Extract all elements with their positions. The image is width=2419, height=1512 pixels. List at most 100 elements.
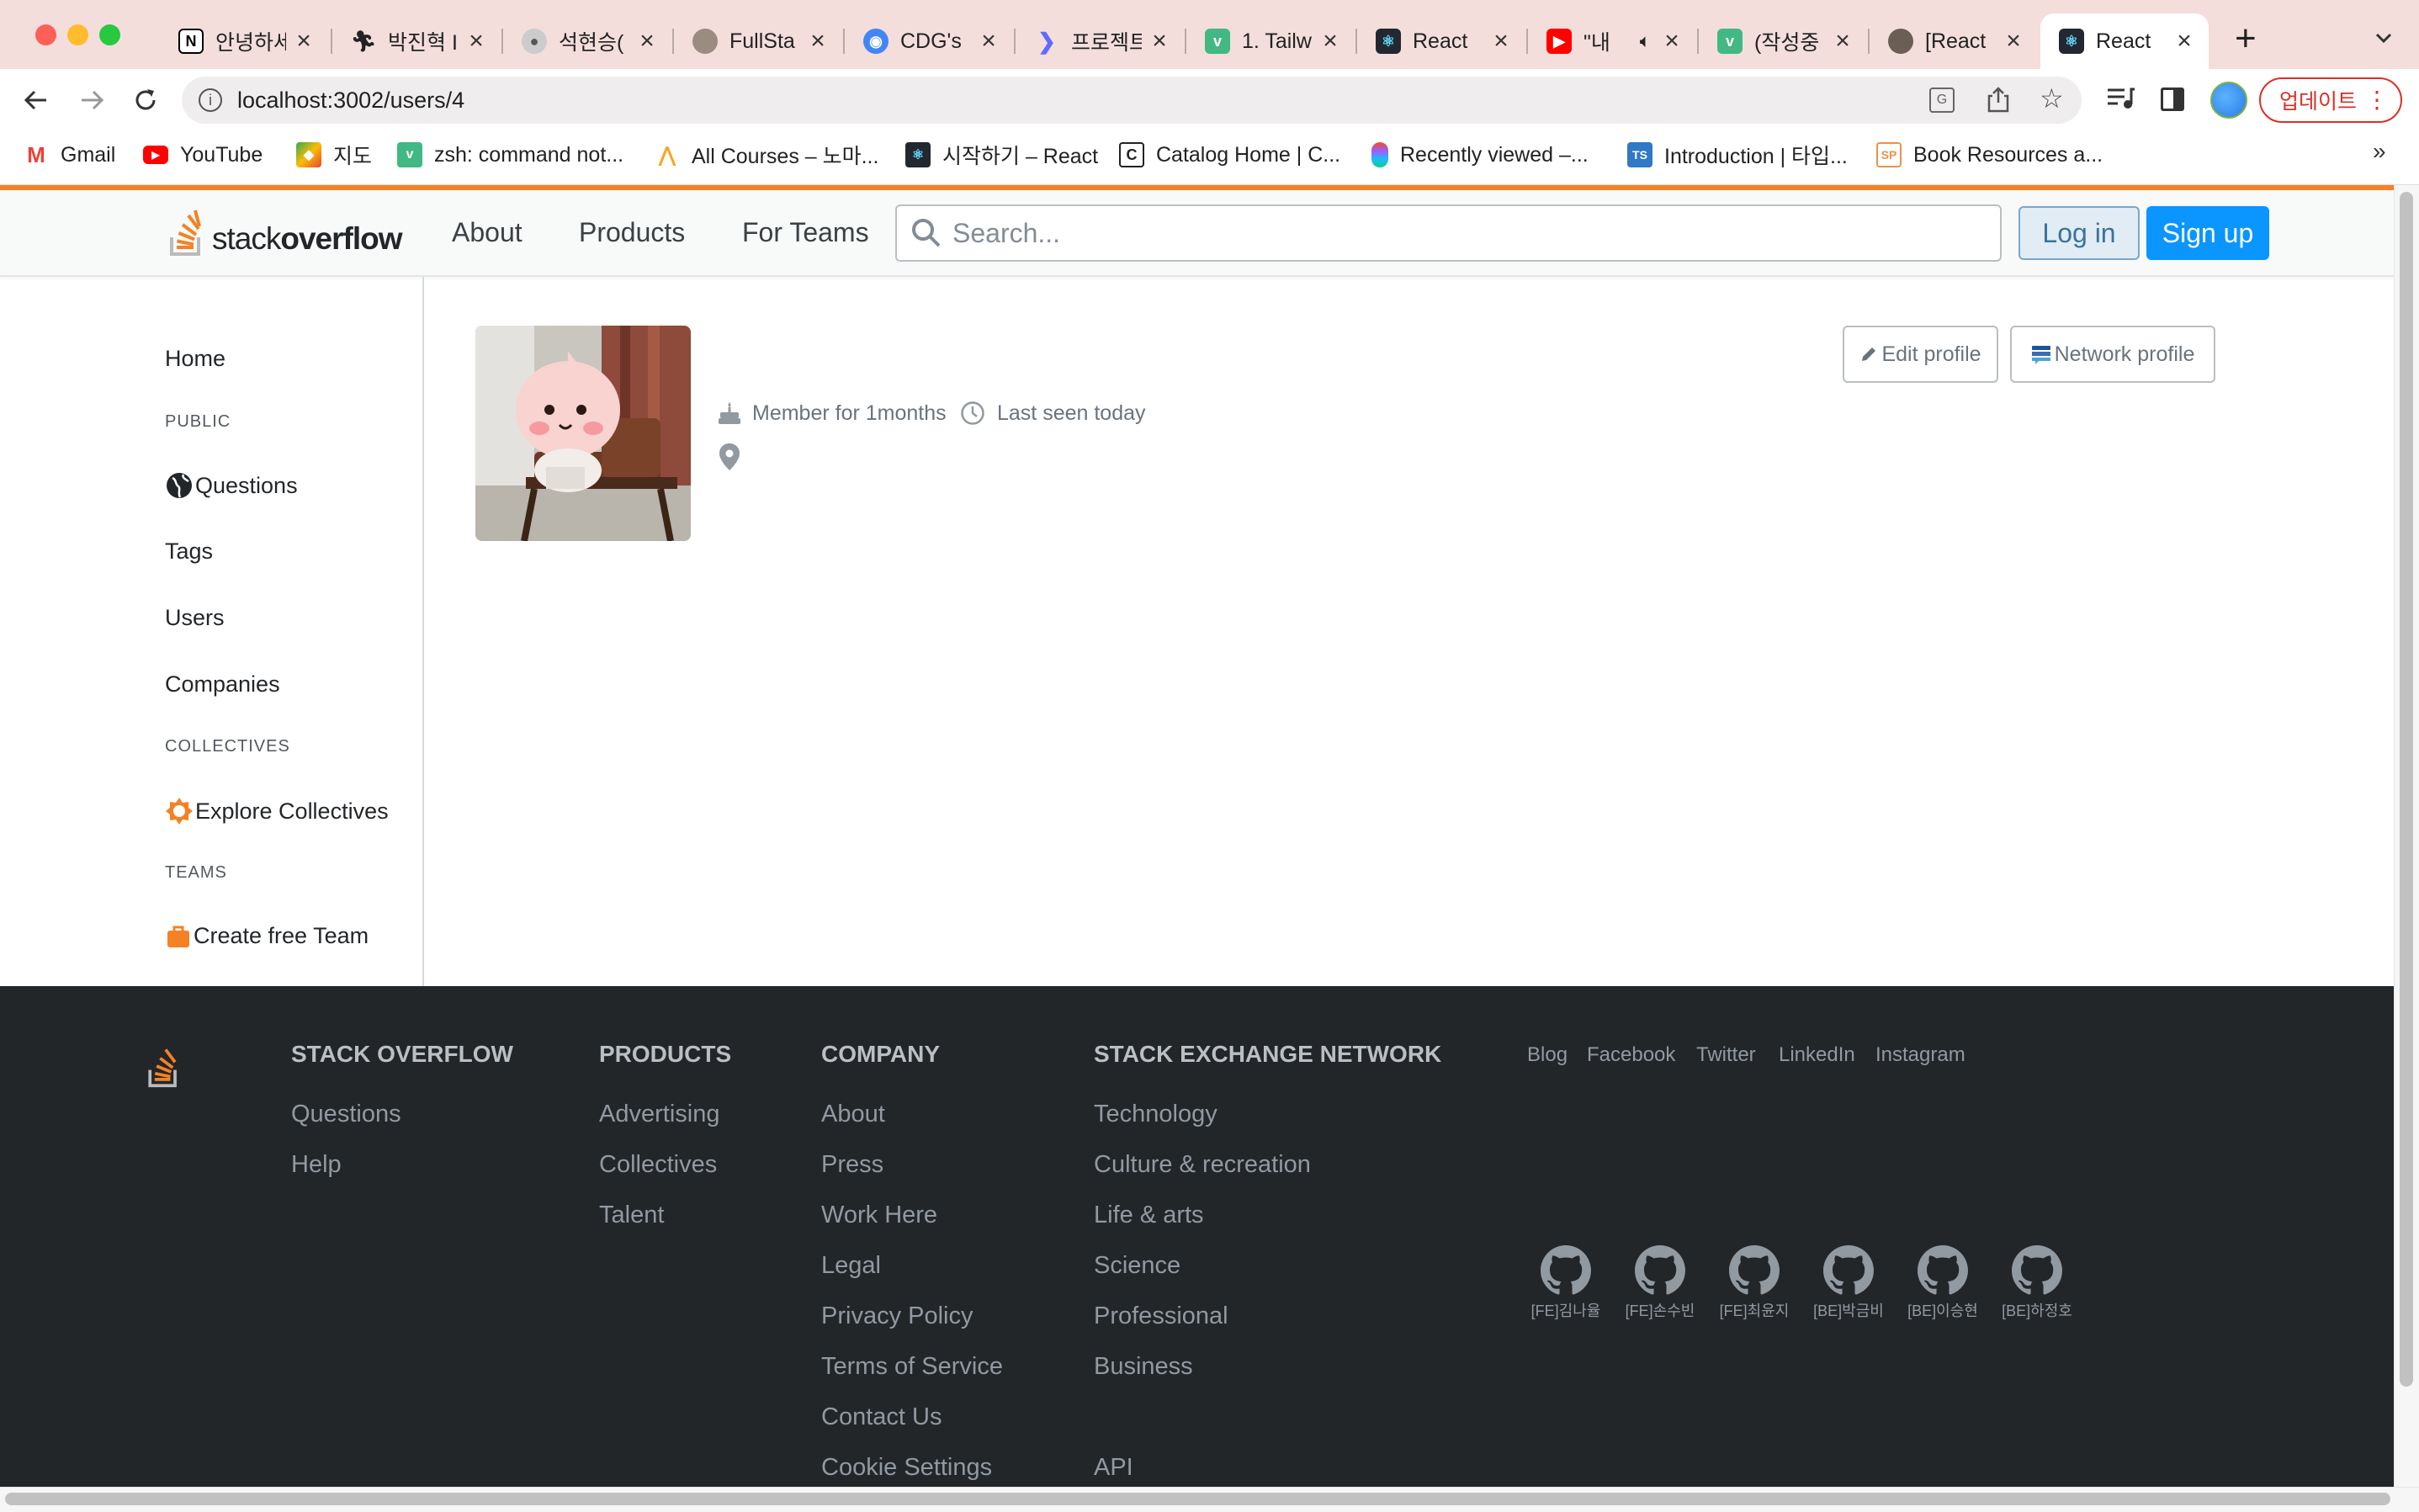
login-button[interactable]: Log in [2018, 206, 2140, 260]
speaker-icon[interactable]: 🔈︎ [1640, 30, 1651, 52]
update-button[interactable]: 업데이트 ⋮ [2259, 77, 2402, 123]
new-tab-icon[interactable]: + [2235, 20, 2257, 57]
minimize-window-button[interactable] [67, 24, 88, 45]
footer-link[interactable]: Culture & recreation [1094, 1151, 1311, 1179]
close-tab-icon[interactable]: × [1321, 29, 1339, 54]
github-member-link[interactable]: [FE]최윤지 [1708, 1245, 1801, 1321]
browser-tab[interactable]: ● 석현승( × [503, 13, 671, 69]
address-bar[interactable]: i localhost:3002/users/4 [182, 77, 2082, 124]
footer-link[interactable]: Terms of Service [821, 1353, 1003, 1381]
footer-link[interactable]: Cookie Settings [821, 1454, 992, 1482]
bookmark-item[interactable]: ⋀ All Courses – 노마... [655, 140, 878, 170]
footer-social-instagram[interactable]: Instagram [1875, 1043, 1965, 1067]
browser-tab[interactable]: FullSta × [674, 13, 842, 69]
close-tab-icon[interactable]: × [1663, 29, 1681, 54]
github-member-link[interactable]: [BE]하정호 [1991, 1245, 2083, 1321]
footer-link[interactable]: Questions [291, 1101, 401, 1128]
maximize-window-button[interactable] [99, 24, 120, 45]
share-icon[interactable] [1986, 86, 2011, 117]
browser-tab[interactable]: [React × [1870, 13, 2038, 69]
sidebar-item-create-team[interactable]: Create free Team [165, 923, 369, 949]
footer-link[interactable]: Contact Us [821, 1403, 942, 1431]
footer-link[interactable]: Talent [599, 1202, 664, 1229]
browser-tab-active[interactable]: ⚛ React × [2040, 13, 2209, 69]
browser-tab[interactable]: v (작성중 × [1699, 13, 1867, 69]
browser-tab[interactable]: ◉ CDG's × [845, 13, 1013, 69]
close-tab-icon[interactable]: × [1833, 29, 1852, 54]
footer-link[interactable]: Collectives [599, 1151, 717, 1179]
info-icon[interactable]: i [199, 88, 222, 112]
footer-social-twitter[interactable]: Twitter [1696, 1043, 1756, 1067]
github-member-link[interactable]: [BE]박금비 [1802, 1245, 1895, 1321]
stackoverflow-logo[interactable]: stack overflow [167, 209, 403, 257]
footer-link[interactable]: Technology [1094, 1101, 1217, 1128]
tab-search-icon[interactable] [2371, 25, 2396, 50]
footer-heading-company[interactable]: COMPANY [821, 1041, 940, 1068]
bookmark-star-icon[interactable]: ☆ [2040, 82, 2064, 114]
bookmark-item[interactable]: ▶ YouTube [143, 140, 263, 170]
close-tab-icon[interactable]: × [467, 29, 485, 54]
footer-link[interactable]: Business [1094, 1353, 1193, 1381]
footer-heading-products[interactable]: PRODUCTS [599, 1041, 731, 1068]
close-tab-icon[interactable]: × [1150, 29, 1169, 54]
bookmarks-overflow-icon[interactable]: » [2373, 138, 2386, 165]
footer-link[interactable]: Life & arts [1094, 1202, 1204, 1229]
sidebar-item-home[interactable]: Home [165, 346, 225, 372]
browser-tab[interactable]: N 안녕하세 × [160, 13, 328, 69]
sidebar-item-companies[interactable]: Companies [165, 671, 280, 698]
network-profile-button[interactable]: Network profile [2010, 326, 2215, 383]
footer-social-blog[interactable]: Blog [1527, 1043, 1568, 1067]
translate-icon[interactable]: G [1929, 88, 1955, 113]
sidebar-item-tags[interactable]: Tags [165, 538, 213, 565]
nav-about[interactable]: About [452, 217, 523, 248]
close-window-button[interactable] [35, 24, 56, 45]
close-tab-icon[interactable]: × [979, 29, 998, 54]
reload-button[interactable] [126, 81, 165, 119]
footer-link[interactable]: Help [291, 1151, 342, 1179]
browser-tab[interactable]: ⚛ React × [1357, 13, 1525, 69]
bookmark-item[interactable]: ⚛ 시작하기 – React [905, 140, 1098, 170]
forward-button[interactable] [72, 81, 111, 119]
close-tab-icon[interactable]: × [2175, 29, 2194, 54]
horizontal-scrollbar-thumb[interactable] [5, 1493, 2390, 1505]
github-member-link[interactable]: [FE]손수빈 [1614, 1245, 1706, 1321]
footer-link[interactable]: Privacy Policy [821, 1302, 973, 1330]
footer-social-facebook[interactable]: Facebook [1587, 1043, 1675, 1067]
github-member-link[interactable]: [BE]이승현 [1896, 1245, 1989, 1321]
media-control-icon[interactable] [2106, 86, 2135, 115]
nav-for-teams[interactable]: For Teams [742, 217, 869, 248]
sidebar-item-users[interactable]: Users [165, 605, 225, 631]
edit-profile-button[interactable]: Edit profile [1843, 326, 1998, 383]
browser-tab[interactable]: ❯ 프로젝트 × [1016, 13, 1184, 69]
vertical-scrollbar-thumb[interactable] [2400, 192, 2413, 1387]
sidebar-item-explore-collectives[interactable]: Explore Collectives [165, 797, 389, 825]
footer-heading-stack-exchange[interactable]: STACK EXCHANGE NETWORK [1094, 1041, 1441, 1068]
footer-link[interactable]: Professional [1094, 1302, 1228, 1330]
close-tab-icon[interactable]: × [1492, 29, 1510, 54]
sidebar-item-questions[interactable]: Questions [165, 471, 298, 500]
browser-tab[interactable]: v 1. Tailw × [1186, 13, 1355, 69]
github-member-link[interactable]: [FE]김나율 [1520, 1245, 1612, 1321]
back-button[interactable] [17, 81, 56, 119]
bookmark-item[interactable]: Recently viewed –... [1371, 140, 1589, 170]
footer-link[interactable]: Work Here [821, 1202, 937, 1229]
footer-link[interactable]: Science [1094, 1252, 1180, 1280]
footer-link[interactable]: Press [821, 1151, 883, 1179]
signup-button[interactable]: Sign up [2146, 206, 2269, 260]
bookmark-item[interactable]: v zsh: command not... [397, 140, 623, 170]
bookmark-item[interactable]: SP Book Resources a... [1876, 140, 2103, 170]
search-input[interactable]: Search... [895, 204, 2002, 262]
footer-logo-icon[interactable] [145, 1043, 183, 1093]
bookmark-item[interactable]: TS Introduction | 타입... [1627, 140, 1848, 170]
footer-link[interactable]: About [821, 1101, 885, 1128]
bookmark-item[interactable]: M Gmail [24, 140, 115, 170]
close-tab-icon[interactable]: × [294, 29, 313, 54]
nav-products[interactable]: Products [579, 217, 685, 248]
browser-tab[interactable]: 🏃︎ 박진혁 I × [332, 13, 501, 69]
profile-avatar[interactable] [2210, 82, 2247, 119]
close-tab-icon[interactable]: × [809, 29, 827, 54]
footer-social-linkedin[interactable]: LinkedIn [1779, 1043, 1855, 1067]
footer-link[interactable]: Legal [821, 1252, 881, 1280]
footer-link[interactable]: API [1094, 1454, 1133, 1482]
side-panel-icon[interactable] [2161, 88, 2184, 111]
